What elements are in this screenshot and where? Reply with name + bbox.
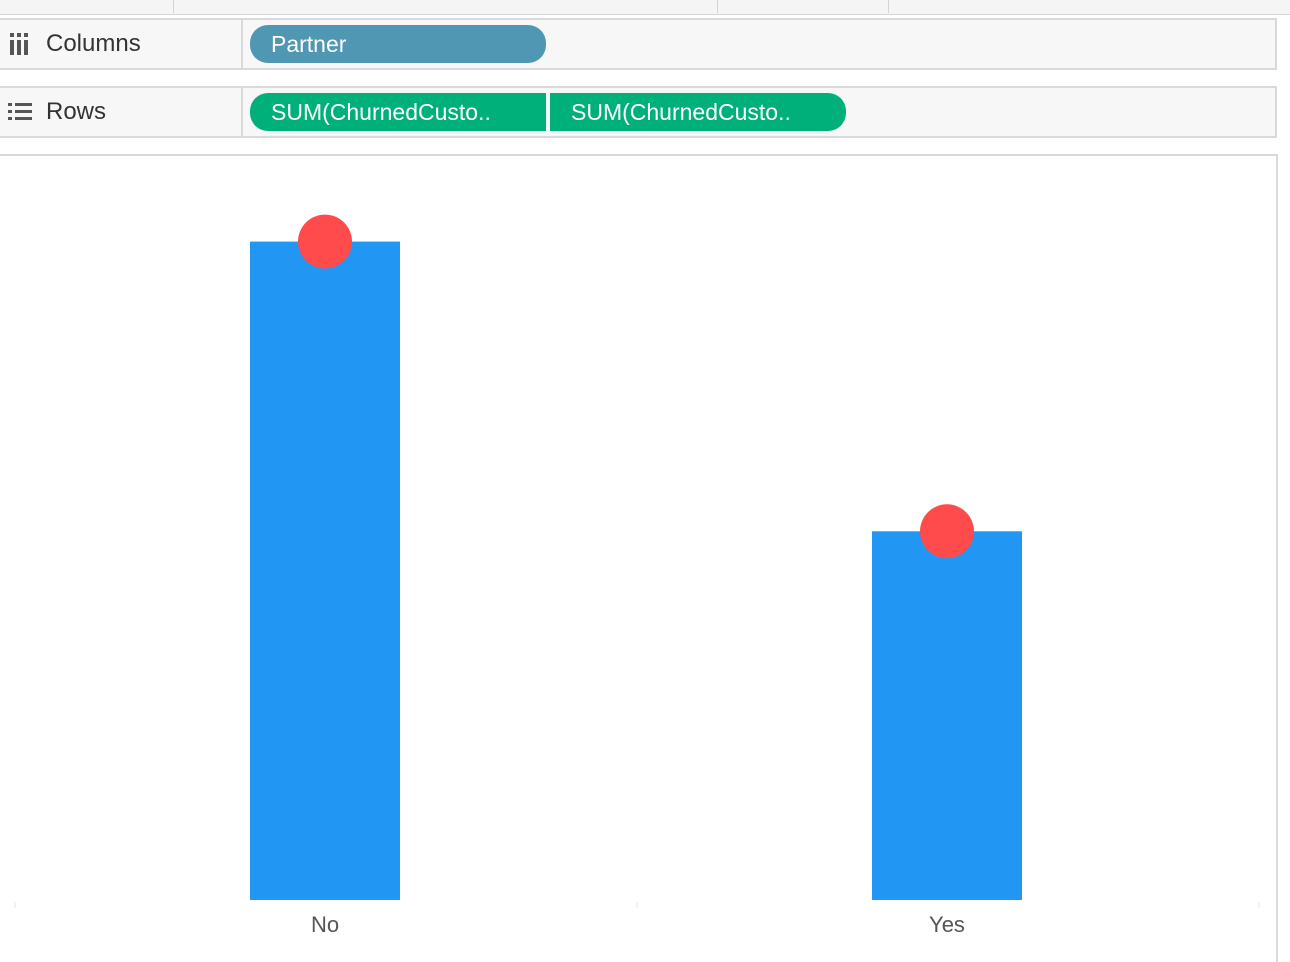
bar-chart: No Yes	[14, 214, 1260, 937]
x-tick-label-yes: Yes	[929, 912, 965, 937]
rows-shelf[interactable]: Rows SUM(ChurnedCusto.. SUM(ChurnedCusto…	[0, 86, 1277, 138]
columns-shelf-label: Columns	[0, 20, 243, 68]
strip-separator	[173, 0, 174, 13]
bar-no[interactable]	[250, 241, 400, 901]
x-tick-label-no: No	[311, 912, 339, 937]
columns-icon	[8, 33, 32, 55]
rows-icon	[8, 101, 32, 123]
columns-shelf[interactable]: Columns Partner	[0, 18, 1277, 70]
columns-label: Columns	[46, 30, 141, 57]
chart-area: No Yes	[0, 154, 1278, 962]
rows-shelf-label: Rows	[0, 88, 243, 136]
strip-separator	[888, 0, 889, 13]
strip-separator	[717, 0, 718, 13]
partner-pill[interactable]: Partner	[250, 25, 546, 63]
rows-drop-area[interactable]: SUM(ChurnedCusto.. SUM(ChurnedCusto..	[250, 88, 846, 136]
top-strip	[0, 0, 1290, 15]
circle-mark-no[interactable]	[298, 214, 352, 269]
circle-mark-yes[interactable]	[920, 504, 974, 559]
columns-drop-area[interactable]: Partner	[250, 20, 546, 68]
rows-label: Rows	[46, 98, 107, 125]
measure-pill-1[interactable]: SUM(ChurnedCusto..	[250, 93, 546, 131]
bar-yes[interactable]	[872, 531, 1022, 900]
measure-pill-2[interactable]: SUM(ChurnedCusto..	[550, 93, 846, 131]
